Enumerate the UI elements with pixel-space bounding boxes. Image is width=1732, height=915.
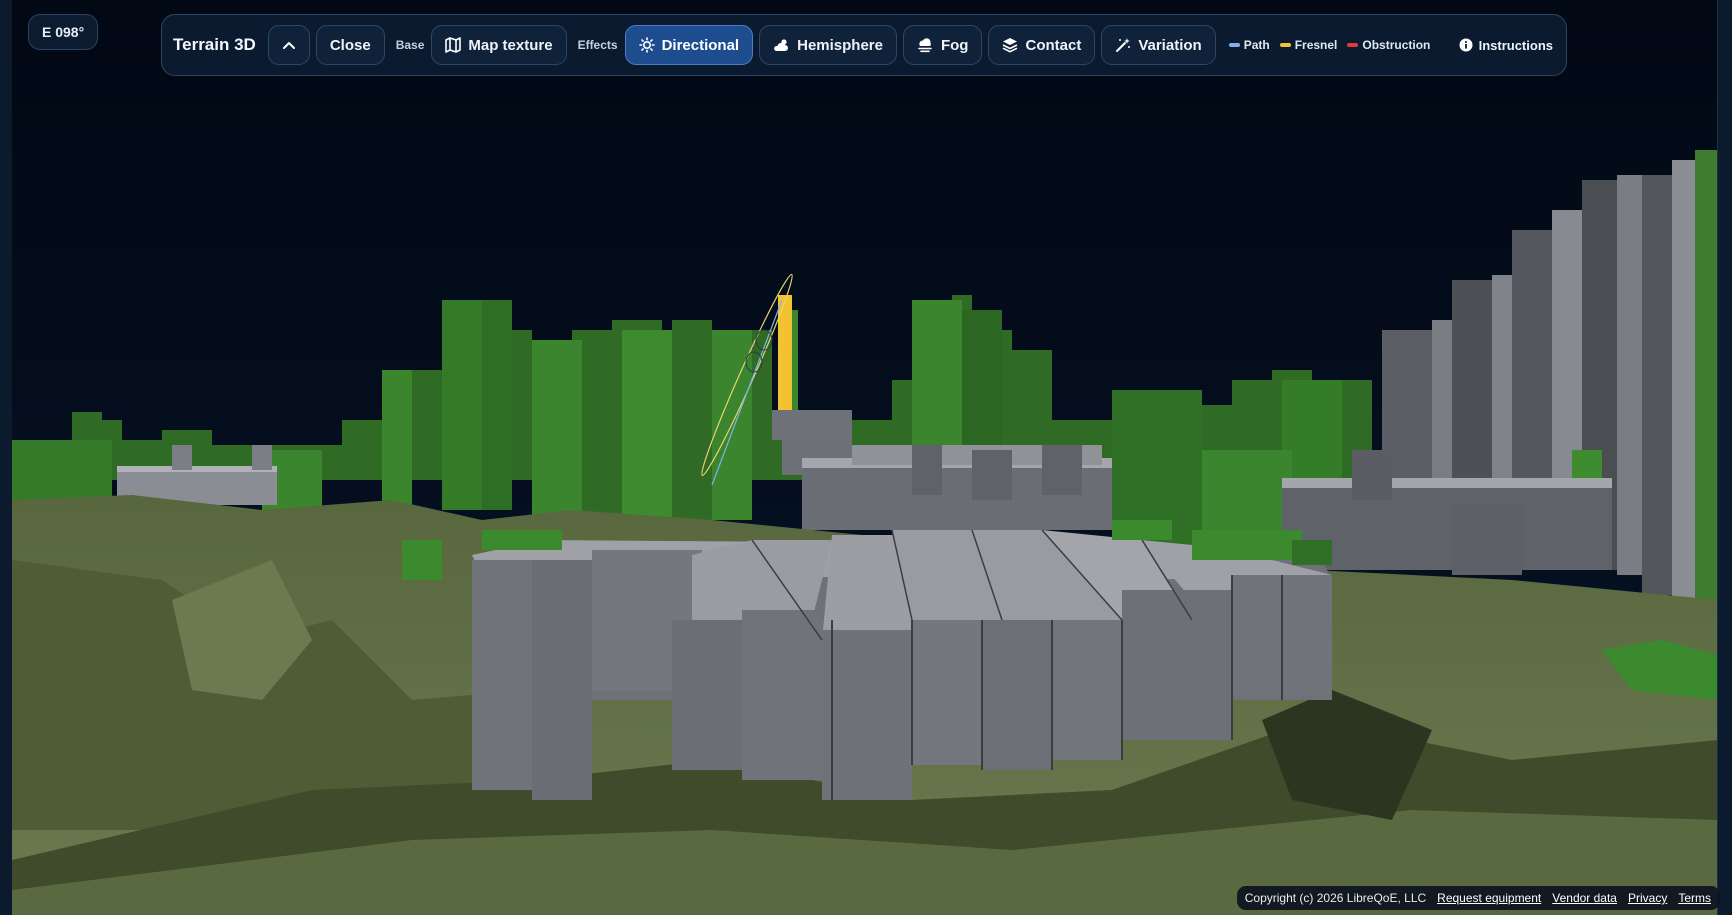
legend-item-fresnel: Fresnel (1279, 38, 1338, 52)
legend-label-path: Path (1243, 38, 1270, 52)
effect-contact-button[interactable]: Contact (988, 25, 1096, 65)
instructions-button[interactable]: Instructions (1459, 38, 1556, 53)
effect-contact-label: Contact (1025, 36, 1082, 54)
effects-group-label: Effects (577, 38, 618, 52)
map-texture-button[interactable]: Map texture (431, 25, 567, 65)
legend-swatch-obstruction (1347, 43, 1359, 47)
legend: Path Fresnel Obstruction (1228, 38, 1430, 52)
effect-fog-button[interactable]: Fog (902, 25, 983, 65)
info-icon (1459, 38, 1473, 52)
request-equipment-link[interactable]: Request equipment (1437, 891, 1541, 905)
fog-icon (918, 38, 932, 53)
vendor-data-link[interactable]: Vendor data (1552, 891, 1617, 905)
privacy-link[interactable]: Privacy (1628, 891, 1667, 905)
map-icon (445, 37, 462, 53)
effect-directional-label: Directional (661, 36, 740, 54)
legend-swatch-fresnel (1279, 43, 1291, 47)
close-button[interactable]: Close (315, 25, 385, 65)
toolbar-title: Terrain 3D (173, 35, 256, 54)
compass-heading: E 098° (28, 14, 99, 50)
cloud-sun-icon (774, 39, 789, 51)
legend-item-path: Path (1228, 38, 1270, 52)
effect-variation-label: Variation (1138, 36, 1202, 54)
effect-hemisphere-button[interactable]: Hemisphere (759, 25, 897, 65)
base-group-label: Base (395, 38, 425, 52)
legend-label-obstruction: Obstruction (1362, 38, 1431, 52)
footer-bar: Copyright (c) 2026 LibreQoE, LLC Request… (1236, 886, 1720, 910)
map-texture-label: Map texture (468, 36, 553, 54)
collapse-toolbar-button[interactable] (267, 25, 310, 65)
terrain-toolbar: Terrain 3D Close Base Map texture Effect… (161, 14, 1567, 76)
layers-icon (1003, 38, 1018, 53)
chevron-up-icon (282, 42, 295, 49)
instructions-label: Instructions (1478, 37, 1553, 53)
terms-link[interactable]: Terms (1678, 891, 1711, 905)
effect-directional-button[interactable]: Directional (624, 25, 754, 65)
right-frame-edge (1717, 0, 1732, 915)
copyright-text: Copyright (c) 2026 LibreQoE, LLC (1244, 891, 1427, 905)
sun-icon (638, 37, 655, 53)
terrain-3d-viewport[interactable] (12, 0, 1718, 915)
legend-label-fresnel: Fresnel (1294, 38, 1338, 52)
effect-hemisphere-label: Hemisphere (797, 36, 883, 54)
effect-variation-button[interactable]: Variation (1101, 25, 1216, 65)
legend-swatch-path (1228, 43, 1240, 47)
close-button-label: Close (329, 36, 371, 54)
effect-fog-label: Fog (940, 36, 969, 54)
legend-item-obstruction: Obstruction (1347, 38, 1430, 52)
magic-wand-icon (1116, 38, 1131, 52)
